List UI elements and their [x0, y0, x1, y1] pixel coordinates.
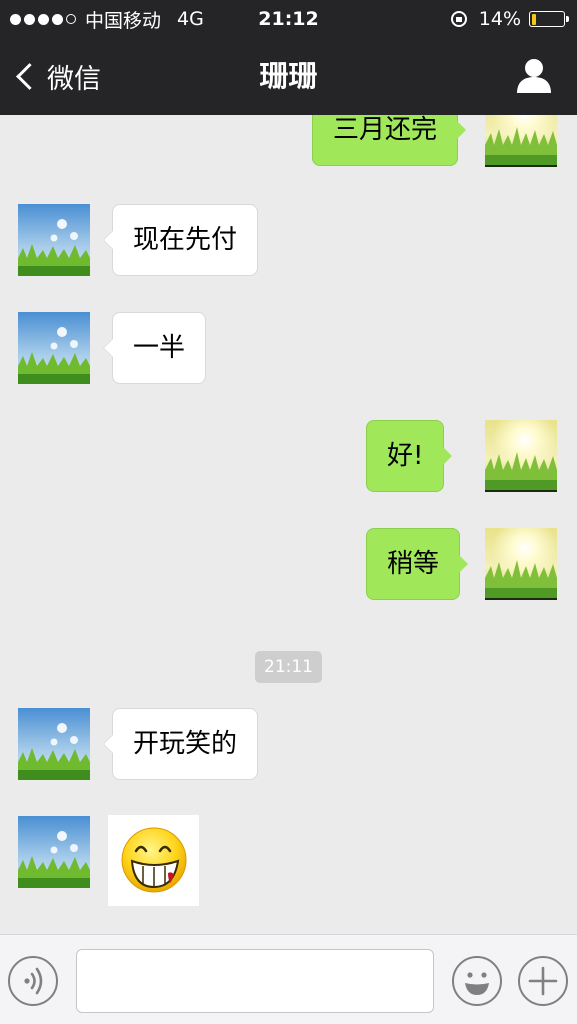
- message-text: 好!: [387, 441, 424, 471]
- dandelion-field-avatar-icon: [18, 708, 90, 780]
- profile-button[interactable]: [515, 57, 553, 95]
- contact-avatar[interactable]: [18, 708, 90, 780]
- more-button[interactable]: [518, 956, 568, 1006]
- message-text: 稍等: [387, 549, 440, 579]
- page-title: 珊珊: [259, 59, 318, 93]
- message-bubble-outgoing[interactable]: 好!: [366, 420, 453, 492]
- rotation-lock-icon: [450, 11, 467, 27]
- contact-avatar[interactable]: [18, 816, 90, 888]
- nav-bar: 微信 珊珊: [0, 38, 577, 115]
- status-bar: 中国移动 4G 21:12 14%: [0, 0, 577, 38]
- status-right: 14%: [450, 6, 569, 32]
- emoji-icon: [465, 972, 489, 995]
- message-bubble-incoming[interactable]: 一半: [102, 312, 207, 384]
- person-icon: [517, 59, 551, 93]
- plus-icon: [528, 966, 558, 996]
- message-bubble-incoming[interactable]: 开玩笑的: [102, 708, 259, 780]
- message-text: 三月还完: [333, 115, 438, 145]
- chat-area[interactable]: 三月还完 现在先付 一半 好! 稍等 21:11 开玩笑的: [0, 115, 577, 934]
- dandelion-field-avatar-icon: [18, 816, 90, 888]
- message-input[interactable]: [76, 949, 434, 1013]
- laughing-face-sticker[interactable]: [108, 815, 199, 906]
- message-bubble-outgoing[interactable]: 稍等: [366, 528, 469, 600]
- emoji-button[interactable]: [452, 956, 502, 1006]
- battery-fill: [531, 13, 536, 25]
- sunrise-field-avatar-icon: [485, 420, 557, 492]
- message-timestamp: 21:11: [0, 651, 577, 683]
- message-text: 一半: [133, 333, 186, 363]
- laughing-face-icon: [121, 827, 187, 893]
- message-bubble-outgoing[interactable]: 三月还完: [312, 115, 467, 166]
- battery-percent: 14%: [478, 8, 521, 30]
- voice-button[interactable]: [8, 956, 58, 1006]
- message-text: 现在先付: [133, 225, 238, 255]
- message-bubble-incoming[interactable]: 现在先付: [102, 204, 259, 276]
- contact-avatar[interactable]: [18, 312, 90, 384]
- my-avatar[interactable]: [485, 115, 557, 167]
- my-avatar[interactable]: [485, 420, 557, 492]
- voice-icon: [24, 967, 43, 995]
- input-bar: [0, 934, 577, 1024]
- sunrise-field-avatar-icon: [485, 528, 557, 600]
- dandelion-field-avatar-icon: [18, 204, 90, 276]
- sunrise-field-avatar-icon: [485, 115, 557, 167]
- contact-avatar[interactable]: [18, 204, 90, 276]
- message-text: 开玩笑的: [133, 729, 238, 759]
- dandelion-field-avatar-icon: [18, 312, 90, 384]
- battery-icon: [529, 11, 569, 27]
- timestamp-text: 21:11: [255, 651, 322, 683]
- my-avatar[interactable]: [485, 528, 557, 600]
